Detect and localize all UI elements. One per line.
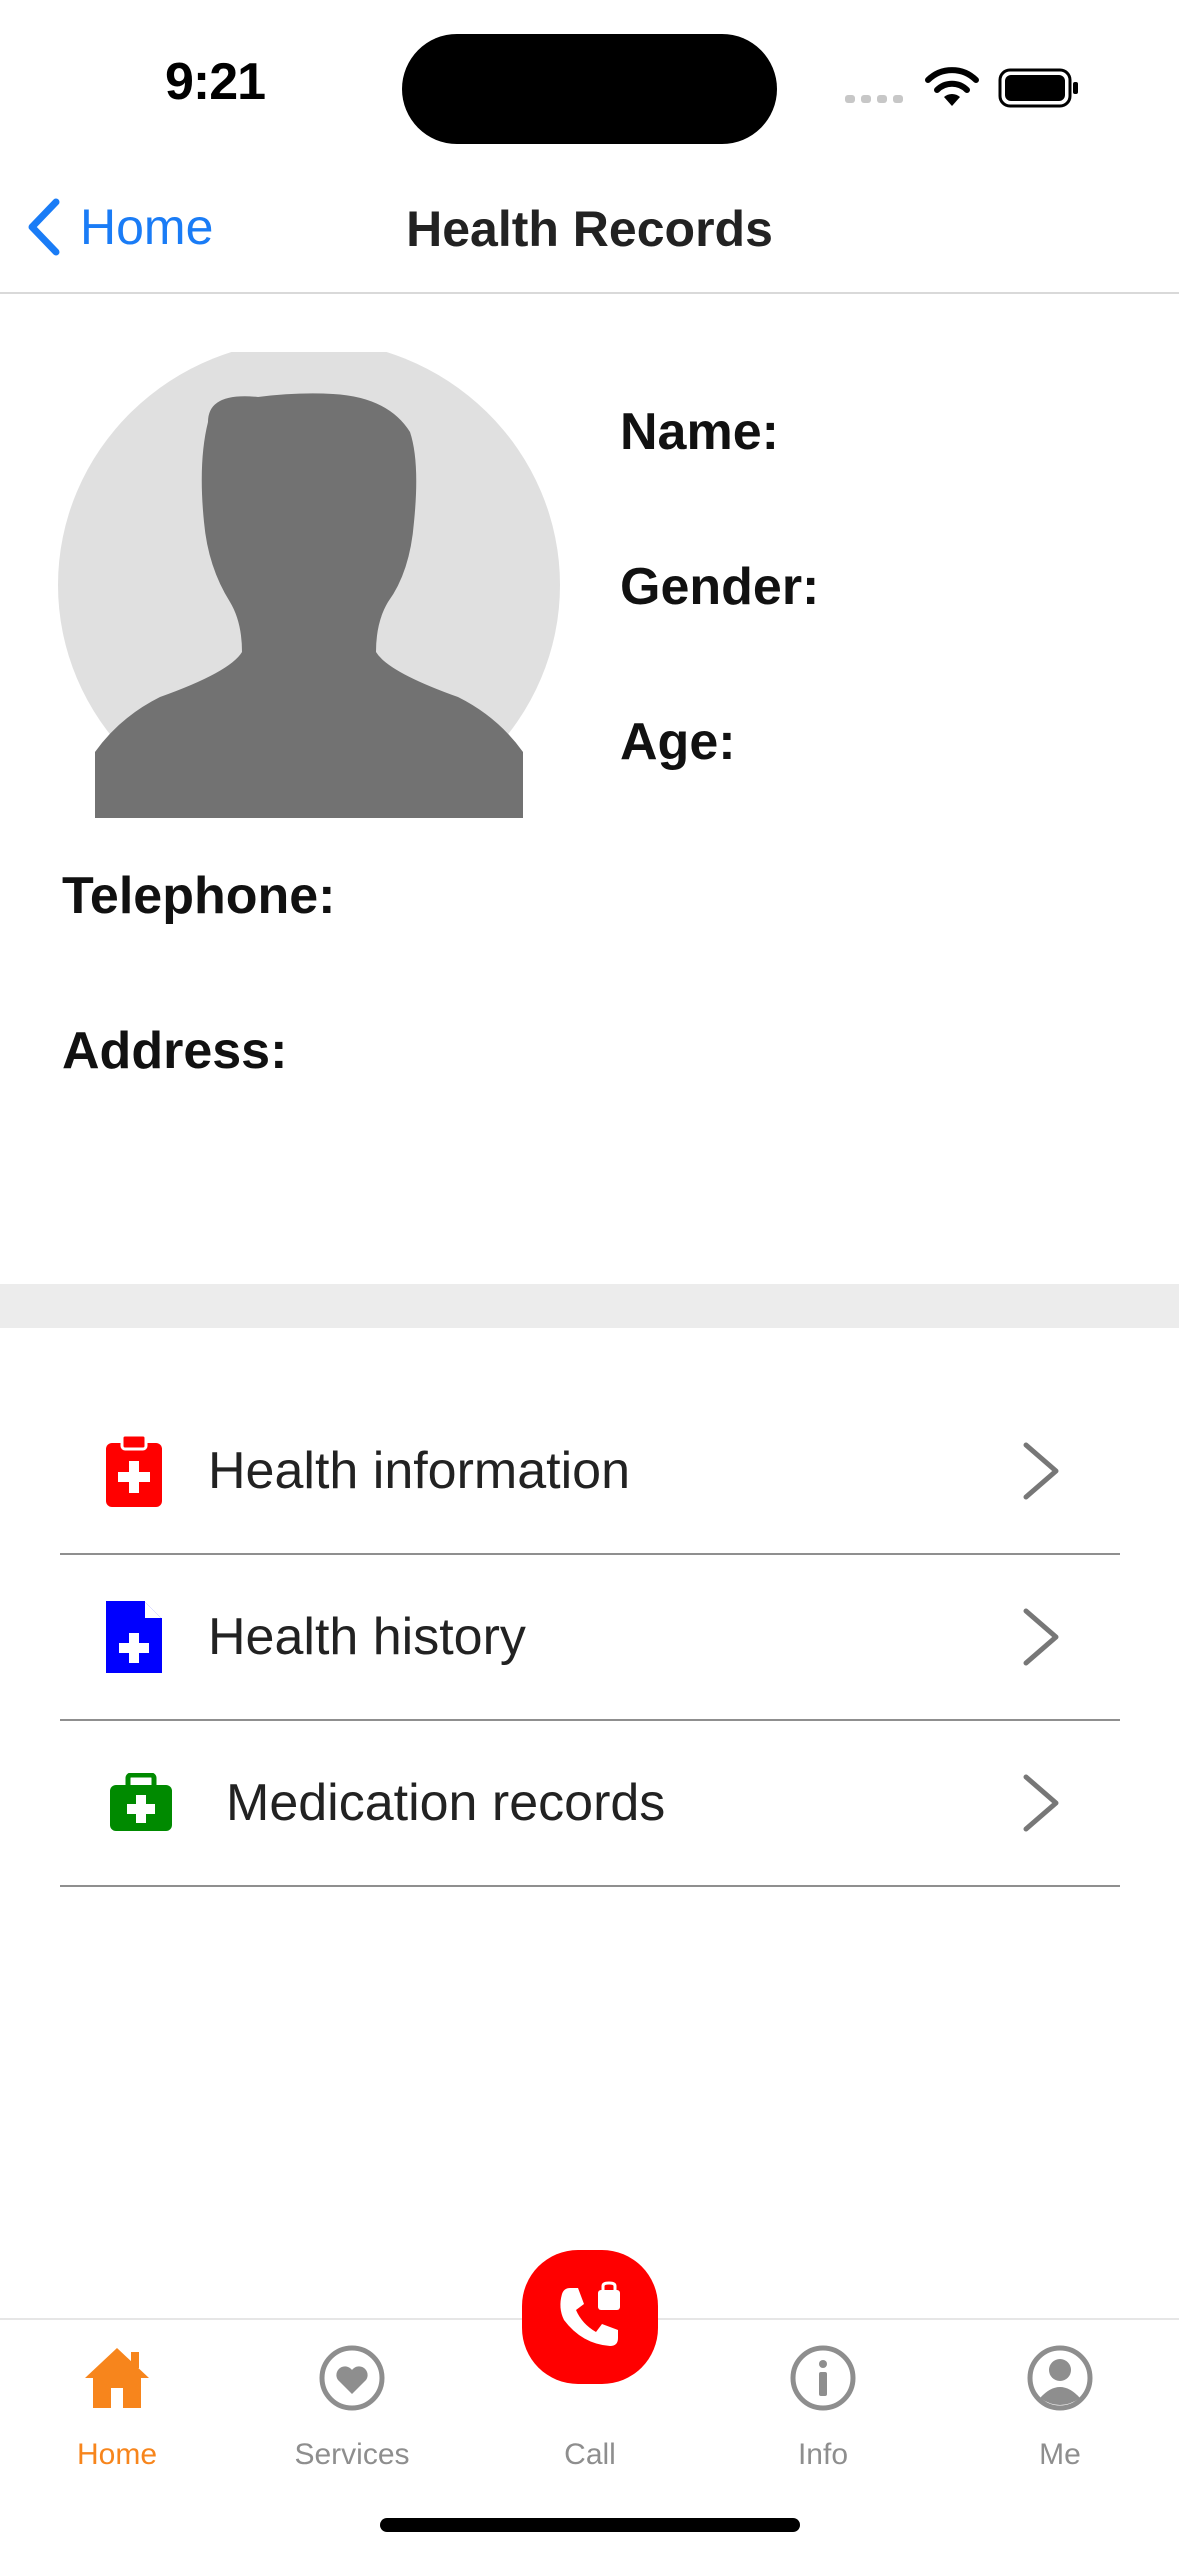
cellular-signal-icon bbox=[845, 95, 903, 103]
status-time: 9:21 bbox=[164, 53, 266, 111]
tab-label: Call bbox=[564, 2438, 616, 2471]
call-button[interactable] bbox=[522, 2250, 658, 2384]
menu-item-label: Health information bbox=[208, 1442, 630, 1500]
battery-icon bbox=[998, 68, 1078, 108]
wifi-icon bbox=[925, 67, 979, 106]
avatar bbox=[58, 352, 560, 818]
section-divider bbox=[0, 1284, 1179, 1328]
tab-label: Info bbox=[797, 2438, 849, 2471]
menu-item-health-history[interactable]: Health history bbox=[60, 1555, 1120, 1721]
clipboard-medical-icon bbox=[106, 1433, 162, 1507]
tab-services[interactable]: Services bbox=[252, 2320, 452, 2490]
name-label: Name: bbox=[620, 403, 779, 461]
telephone-label: Telephone: bbox=[62, 867, 336, 925]
chevron-right-icon bbox=[1023, 1608, 1059, 1666]
home-icon bbox=[85, 2348, 149, 2408]
phone-icon bbox=[560, 2281, 620, 2346]
medical-document-icon bbox=[106, 1601, 162, 1673]
tab-info[interactable]: Info bbox=[723, 2320, 923, 2490]
tab-label: Me bbox=[1039, 2438, 1081, 2471]
tab-home[interactable]: Home bbox=[17, 2320, 217, 2490]
heart-icon bbox=[319, 2345, 385, 2411]
page-title: Health Records bbox=[406, 201, 773, 257]
screen: 9:21 Home Health Records Name: Gender: A… bbox=[0, 0, 1179, 2556]
menu-item-medication-records[interactable]: Medication records bbox=[60, 1721, 1120, 1887]
age-label: Age: bbox=[620, 713, 736, 771]
chevron-right-icon bbox=[1023, 1774, 1059, 1832]
home-indicator bbox=[380, 2518, 800, 2532]
navigation-bar: Home Health Records bbox=[0, 170, 1179, 294]
menu-item-label: Health history bbox=[208, 1608, 526, 1666]
tab-label: Services bbox=[294, 2438, 410, 2471]
user-icon bbox=[1027, 2345, 1093, 2411]
medical-kit-icon bbox=[110, 1773, 172, 1831]
tab-me[interactable]: Me bbox=[960, 2320, 1160, 2490]
gender-label: Gender: bbox=[620, 558, 820, 616]
chevron-right-icon bbox=[1023, 1442, 1059, 1500]
menu-item-health-information[interactable]: Health information bbox=[60, 1389, 1120, 1555]
info-icon bbox=[790, 2345, 856, 2411]
dynamic-island bbox=[402, 34, 777, 144]
menu-item-label: Medication records bbox=[226, 1774, 666, 1832]
address-label: Address: bbox=[62, 1022, 288, 1080]
tab-label: Home bbox=[76, 2438, 158, 2471]
